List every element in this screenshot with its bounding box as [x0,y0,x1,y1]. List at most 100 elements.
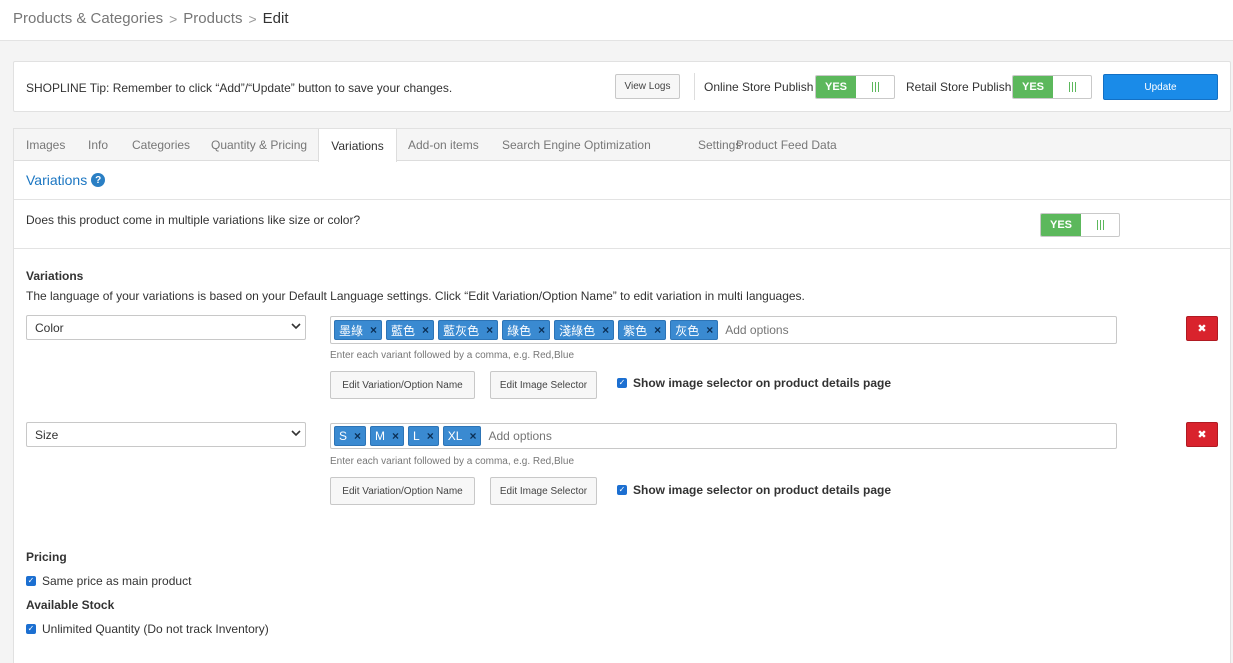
tag-remove-icon[interactable]: × [422,323,429,337]
option-tag: S × [334,426,367,446]
available-stock-heading: Available Stock [26,598,115,612]
retail-store-publish-toggle[interactable]: YES [1012,75,1092,99]
same-price-option: ✓ Same price as main product [26,574,191,588]
option-tag: L × [408,426,439,446]
tag-remove-icon[interactable]: × [706,323,713,337]
breadcrumb-separator: > [248,10,257,27]
tab-quantity-pricing[interactable]: Quantity & Pricing [211,129,307,161]
edit-image-selector-button[interactable]: Edit Image Selector [490,371,597,399]
tab-variations[interactable]: Variations [318,129,397,162]
multiple-variations-question: Does this product come in multiple varia… [26,213,361,227]
checkbox-checked-icon[interactable]: ✓ [617,378,627,388]
edit-image-selector-button[interactable]: Edit Image Selector [490,477,597,505]
tab-add-on-items[interactable]: Add-on items [408,129,479,161]
option-tag: 紫色 × [618,320,667,340]
toggle-yes-label: YES [1041,214,1081,236]
edit-variation-name-button[interactable]: Edit Variation/Option Name [330,371,475,399]
help-icon[interactable]: ? [91,173,106,187]
breadcrumb-bar: Products & Categories > Products > Edit [0,0,1233,41]
tag-remove-icon[interactable]: × [654,323,661,337]
tab-images[interactable]: Images [26,129,65,161]
variation-type-select[interactable]: Size [26,422,306,447]
option-tag: 墨綠 × [334,320,383,340]
add-options-input[interactable] [725,323,926,337]
toggle-grip-icon [856,76,894,98]
close-icon: ✖ [1197,323,1207,335]
option-tag-label: 藍灰色 [443,323,480,338]
unlimited-quantity-option: ✓ Unlimited Quantity (Do not track Inven… [26,622,269,636]
tab-product-feed-data[interactable]: Product Feed Data [736,129,837,161]
view-logs-button[interactable]: View Logs [615,74,680,99]
option-tag-label: L [413,429,420,443]
product-edit-panel: Images Info Categories Quantity & Pricin… [13,128,1231,663]
option-tag: 藍灰色 × [438,320,499,340]
tab-categories[interactable]: Categories [132,129,190,161]
option-tag-label: 藍色 [391,323,416,338]
option-tag: XL × [442,426,482,446]
tag-remove-icon[interactable]: × [370,323,377,337]
option-tag-label: 淺綠色 [559,323,596,338]
multiple-variations-toggle[interactable]: YES [1040,213,1120,237]
tag-remove-icon[interactable]: × [392,429,399,443]
breadcrumb-root-link[interactable]: Products & Categories [13,10,163,27]
tag-remove-icon[interactable]: × [486,323,493,337]
variation-options-input[interactable]: 墨綠 × 藍色 × 藍灰色 × 綠色 × 淺綠色 × 紫色 × 灰色 × [330,316,1117,344]
divider [14,199,1230,200]
same-price-label: Same price as main product [42,574,192,588]
toggle-grip-icon [1053,76,1091,98]
remove-variation-button[interactable]: ✖ [1186,316,1218,341]
chevron-down-icon [291,430,301,437]
tip-bar: SHOPLINE Tip: Remember to click “Add”/“U… [13,61,1231,112]
tag-remove-icon[interactable]: × [602,323,609,337]
add-options-input[interactable] [488,429,689,443]
divider [694,73,695,100]
show-image-selector-label: Show image selector on product details p… [633,376,892,390]
variations-description: The language of your variations is based… [26,289,805,303]
toggle-grip-icon [1081,214,1119,236]
tag-remove-icon[interactable]: × [427,429,434,443]
edit-variation-name-button[interactable]: Edit Variation/Option Name [330,477,475,505]
update-button[interactable]: Update [1103,74,1218,100]
tab-info[interactable]: Info [88,129,108,161]
option-tag-label: 綠色 [507,323,532,338]
variation-options-input[interactable]: S × M × L × XL × [330,423,1117,449]
breadcrumb-current: Edit [262,10,289,27]
variant-hint: Enter each variant followed by a comma, … [330,456,575,467]
tab-bar: Images Info Categories Quantity & Pricin… [14,129,1230,162]
tag-remove-icon[interactable]: × [354,429,361,443]
breadcrumb-separator: > [169,10,178,27]
pricing-heading: Pricing [26,550,67,564]
checkbox-checked-icon[interactable]: ✓ [26,576,36,586]
checkbox-checked-icon[interactable]: ✓ [617,485,627,495]
section-title: Variations ? [26,172,106,188]
option-tag: 淺綠色 × [554,320,615,340]
option-tag-label: 墨綠 [339,323,364,338]
tab-settings[interactable]: Settings [698,129,741,161]
option-tag: 綠色 × [502,320,551,340]
breadcrumb: Products & Categories > Products > Edit [13,10,289,27]
online-store-publish-label: Online Store Publish [704,80,814,94]
variations-heading: Variations [26,269,84,283]
close-icon: ✖ [1197,429,1207,441]
toggle-yes-label: YES [1013,76,1053,98]
tag-remove-icon[interactable]: × [538,323,545,337]
chevron-down-icon [291,323,301,330]
checkbox-checked-icon[interactable]: ✓ [26,624,36,634]
online-store-publish-toggle[interactable]: YES [815,75,895,99]
tab-seo[interactable]: Search Engine Optimization [502,129,651,161]
breadcrumb-section-link[interactable]: Products [183,10,242,27]
variation-type-select[interactable]: Color [26,315,306,340]
option-tag: M × [370,426,405,446]
unlimited-quantity-label: Unlimited Quantity (Do not track Invento… [42,622,269,636]
variation-type-value: Size [35,427,59,442]
variation-type-value: Color [35,320,64,335]
option-tag-label: 紫色 [623,323,648,338]
remove-variation-button[interactable]: ✖ [1186,422,1218,447]
variations-title: Variations [26,172,88,188]
toggle-yes-label: YES [816,76,856,98]
show-image-selector-label: Show image selector on product details p… [633,483,892,497]
retail-store-publish-label: Retail Store Publish [906,80,1012,94]
option-tag-label: M [375,429,386,443]
tag-remove-icon[interactable]: × [469,429,476,443]
option-tag-label: S [339,429,348,443]
